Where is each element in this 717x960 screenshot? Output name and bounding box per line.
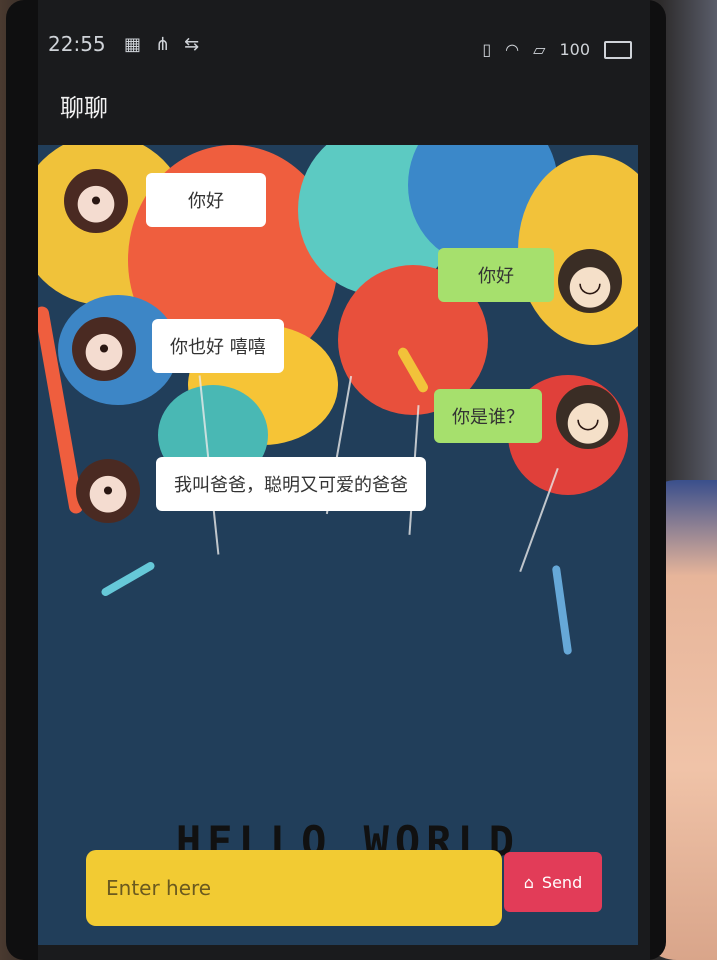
sim-icon: ▱	[533, 40, 546, 59]
composer: ⌂ Send	[86, 850, 608, 928]
phone-frame: 22:55 ▦ ⋔ ⇆ ▯ ◠ ▱ 100 聊聊 • 你好 ◡ 你好 • 你也好…	[6, 0, 666, 960]
status-notification-icons: ▦ ⋔ ⇆	[124, 34, 199, 55]
battery-icon	[604, 40, 632, 59]
streamer-decoration	[551, 564, 573, 656]
avatar[interactable]: ◡	[556, 385, 620, 449]
tag-icon: ⌂	[523, 872, 534, 892]
wifi-icon: ◠	[505, 40, 520, 59]
status-system-icons: ▯ ◠ ▱ 100	[482, 40, 632, 59]
grid-icon: ▦	[124, 34, 142, 55]
avatar[interactable]: •	[76, 459, 140, 523]
chat-area[interactable]: • 你好 ◡ 你好 • 你也好 嘻嘻 ◡ 你是谁？ • 我叫爸爸，聪明又可爱的爸…	[38, 145, 638, 945]
message-bubble-right: 你是谁？	[434, 389, 542, 443]
status-bar: 22:55 ▦ ⋔ ⇆ ▯ ◠ ▱ 100	[38, 0, 650, 80]
avatar[interactable]: ◡	[558, 249, 622, 313]
message-bubble-left: 我叫爸爸，聪明又可爱的爸爸	[156, 457, 426, 511]
streamer-decoration	[100, 560, 156, 598]
screen: 22:55 ▦ ⋔ ⇆ ▯ ◠ ▱ 100 聊聊 • 你好 ◡ 你好 • 你也好…	[38, 0, 650, 960]
avatar[interactable]: •	[72, 317, 136, 381]
app-title: 聊聊	[60, 94, 108, 122]
send-button[interactable]: ⌂ Send	[504, 852, 602, 912]
battery-level: 100	[559, 40, 590, 59]
message-bubble-left: 你好	[146, 173, 266, 227]
message-input[interactable]	[86, 850, 502, 926]
avatar[interactable]: •	[64, 169, 128, 233]
send-label: Send	[541, 872, 583, 892]
app-bar: 聊聊	[38, 80, 650, 140]
usb-icon: ⇆	[184, 34, 200, 55]
message-bubble-right: 你好	[438, 248, 554, 302]
share-icon: ⋔	[155, 34, 171, 55]
vibrate-icon: ▯	[482, 40, 492, 59]
status-time: 22:55	[48, 32, 106, 56]
message-bubble-left: 你也好 嘻嘻	[152, 319, 284, 373]
